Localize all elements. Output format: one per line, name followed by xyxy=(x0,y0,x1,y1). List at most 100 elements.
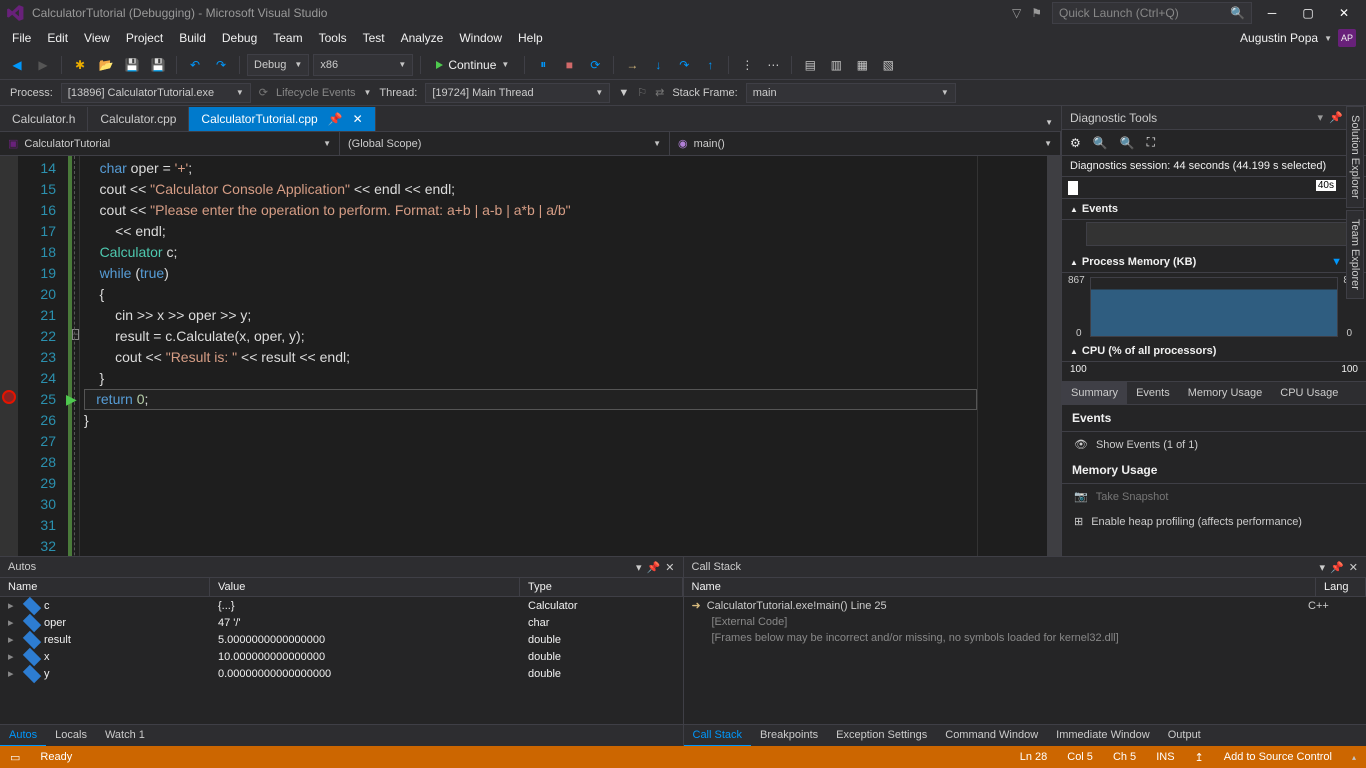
stop-debugging-button[interactable]: ■ xyxy=(558,54,580,76)
variable-row[interactable]: ▸y0.00000000000000000double xyxy=(0,665,683,682)
save-all-button[interactable]: 💾 xyxy=(147,54,169,76)
toolbar-button[interactable]: ▦ xyxy=(851,54,873,76)
new-project-button[interactable]: ✱ xyxy=(69,54,91,76)
autos-grid[interactable]: ▸c{...}Calculator▸oper47 '/'char▸result5… xyxy=(0,597,683,724)
menu-help[interactable]: Help xyxy=(510,28,551,48)
minimize-button[interactable]: ─ xyxy=(1256,0,1288,26)
stack-frame-row[interactable]: ➜CalculatorTutorial.exe!main() Line 25C+… xyxy=(684,597,1366,614)
publish-icon[interactable]: ↥ xyxy=(1195,751,1204,764)
panel-tab-watch-1[interactable]: Watch 1 xyxy=(96,725,154,746)
feedback-icon[interactable]: ⚑ xyxy=(1031,6,1042,20)
solution-explorer-tab[interactable]: Solution Explorer xyxy=(1346,106,1364,208)
menu-window[interactable]: Window xyxy=(451,28,510,48)
collapse-toggle[interactable]: − xyxy=(72,329,79,340)
take-snapshot-link[interactable]: 📷Take Snapshot xyxy=(1062,484,1366,509)
pin-icon[interactable]: 📌 xyxy=(328,112,343,126)
panel-tab-breakpoints[interactable]: Breakpoints xyxy=(751,725,827,746)
zoom-out-icon[interactable]: 🔍 xyxy=(1120,136,1135,150)
breakpoint-icon[interactable] xyxy=(2,390,16,404)
stackframe-dropdown[interactable]: main▼ xyxy=(746,83,956,103)
step-into-button[interactable]: ↓ xyxy=(647,54,669,76)
variable-row[interactable]: ▸result5.0000000000000000double xyxy=(0,631,683,648)
menu-edit[interactable]: Edit xyxy=(39,28,76,48)
panel-tab-output[interactable]: Output xyxy=(1159,725,1210,746)
continue-button[interactable]: Continue ▼ xyxy=(428,54,517,76)
pin-icon[interactable]: 📌 xyxy=(1329,111,1343,124)
tab-overflow-button[interactable]: ▼ xyxy=(1037,114,1061,131)
step-over-button[interactable]: ↷ xyxy=(673,54,695,76)
pin-icon[interactable]: 📌 xyxy=(1330,561,1344,574)
nav-scope-dropdown[interactable]: (Global Scope)▼ xyxy=(340,132,670,155)
user-badge[interactable]: Augustin Popa ▼ AP xyxy=(1240,29,1362,47)
save-button[interactable]: 💾 xyxy=(121,54,143,76)
close-icon[interactable]: ✕ xyxy=(353,112,363,126)
menu-team[interactable]: Team xyxy=(265,28,310,48)
gear-icon[interactable]: ⚙ xyxy=(1070,136,1081,150)
flag-icon[interactable]: ⚐ xyxy=(637,86,647,99)
chevron-down-icon[interactable]: ▼ xyxy=(1331,256,1342,268)
memory-section-header[interactable]: ▲Process Memory (KB) ▼ xyxy=(1062,252,1366,273)
nav-forward-button[interactable]: ▶ xyxy=(32,54,54,76)
step-out-button[interactable]: ↑ xyxy=(699,54,721,76)
restart-button[interactable]: ⟳ xyxy=(584,54,606,76)
thread-dropdown[interactable]: [19724] Main Thread▼ xyxy=(425,83,610,103)
file-tab[interactable]: Calculator.h xyxy=(0,107,88,131)
break-all-button[interactable]: ⏸ xyxy=(532,54,554,76)
col-name[interactable]: Name xyxy=(0,578,210,596)
redo-button[interactable]: ↷ xyxy=(210,54,232,76)
toolbar-button[interactable]: ▧ xyxy=(877,54,899,76)
file-tab[interactable]: Calculator.cpp xyxy=(88,107,189,131)
show-events-link[interactable]: 👁Show Events (1 of 1) xyxy=(1062,432,1366,457)
callstack-header[interactable]: Call Stack▾📌✕ xyxy=(684,557,1366,577)
toolbar-button[interactable]: ⋯ xyxy=(762,54,784,76)
open-file-button[interactable]: 📂 xyxy=(95,54,117,76)
toolbar-button[interactable]: ⋮ xyxy=(736,54,758,76)
panel-tab-exception-settings[interactable]: Exception Settings xyxy=(827,725,936,746)
nav-back-button[interactable]: ◀ xyxy=(6,54,28,76)
diag-tab-summary[interactable]: Summary xyxy=(1062,382,1127,404)
diag-tab-memory-usage[interactable]: Memory Usage xyxy=(1179,382,1272,404)
pin-icon[interactable]: 📌 xyxy=(647,561,661,574)
toolbar-button[interactable]: ▤ xyxy=(799,54,821,76)
menu-debug[interactable]: Debug xyxy=(214,28,265,48)
window-position-icon[interactable]: ▾ xyxy=(1318,111,1324,124)
process-dropdown[interactable]: [13896] CalculatorTutorial.exe▼ xyxy=(61,83,251,103)
threads-icon[interactable]: ⇄ xyxy=(655,86,664,99)
events-section-header[interactable]: ▲Events xyxy=(1062,199,1366,220)
panel-tab-locals[interactable]: Locals xyxy=(46,725,96,746)
source-control-button[interactable]: Add to Source Control xyxy=(1224,751,1332,763)
team-explorer-tab[interactable]: Team Explorer xyxy=(1346,210,1364,299)
close-button[interactable]: ✕ xyxy=(1328,0,1360,26)
close-icon[interactable]: ✕ xyxy=(1349,561,1358,574)
variable-row[interactable]: ▸c{...}Calculator xyxy=(0,597,683,614)
notification-icon[interactable]: ▽ xyxy=(1012,6,1021,20)
solution-config-dropdown[interactable]: Debug▼ xyxy=(247,54,309,76)
chevron-up-icon[interactable]: ▴ xyxy=(1352,753,1356,762)
col-name[interactable]: Name xyxy=(684,578,1317,596)
filter-icon[interactable]: ▼ xyxy=(618,87,629,99)
timeline-ruler[interactable]: 40s xyxy=(1062,177,1366,199)
solution-platform-dropdown[interactable]: x86▼ xyxy=(313,54,413,76)
window-position-icon[interactable]: ▾ xyxy=(1320,561,1326,574)
menu-view[interactable]: View xyxy=(76,28,118,48)
panel-tab-call-stack[interactable]: Call Stack xyxy=(684,725,752,746)
menu-file[interactable]: File xyxy=(4,28,39,48)
menu-analyze[interactable]: Analyze xyxy=(393,28,452,48)
nav-project-dropdown[interactable]: ▣CalculatorTutorial▼ xyxy=(0,132,340,155)
nav-function-dropdown[interactable]: ◉main()▼ xyxy=(670,132,1061,155)
undo-button[interactable]: ↶ xyxy=(184,54,206,76)
stack-frame-row[interactable]: [Frames below may be incorrect and/or mi… xyxy=(684,630,1366,646)
col-lang[interactable]: Lang xyxy=(1316,578,1366,596)
status-ins[interactable]: INS xyxy=(1156,751,1174,763)
heap-profiling-link[interactable]: ⊞Enable heap profiling (affects performa… xyxy=(1062,509,1366,534)
reset-zoom-icon[interactable]: ⛶ xyxy=(1147,135,1155,150)
variable-row[interactable]: ▸oper47 '/'char xyxy=(0,614,683,631)
menu-build[interactable]: Build xyxy=(171,28,214,48)
variable-row[interactable]: ▸x10.000000000000000double xyxy=(0,648,683,665)
autos-header[interactable]: Autos▾📌✕ xyxy=(0,557,683,577)
close-icon[interactable]: ✕ xyxy=(665,561,674,574)
panel-tab-command-window[interactable]: Command Window xyxy=(936,725,1047,746)
events-timeline[interactable] xyxy=(1086,222,1358,246)
diagnostic-tools-header[interactable]: Diagnostic Tools ▾📌✕ xyxy=(1062,106,1366,130)
memory-graph[interactable] xyxy=(1090,277,1338,337)
